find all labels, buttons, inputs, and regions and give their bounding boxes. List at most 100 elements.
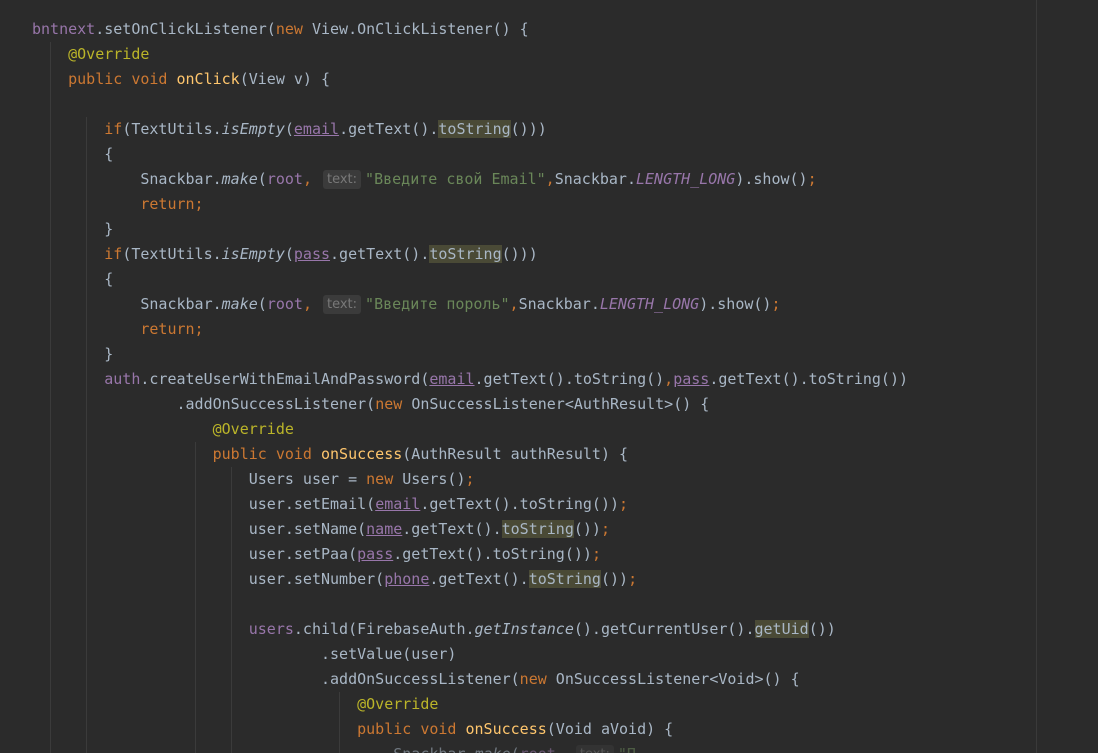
code-token: ).show() <box>735 170 808 188</box>
code-token: bntnext <box>32 20 96 38</box>
code-token: ; <box>465 470 475 488</box>
parameter-hint: text: <box>323 170 362 189</box>
code-line[interactable]: user.setEmail(email.getText().toString()… <box>32 492 908 517</box>
code-token: root <box>266 295 303 313</box>
code-token: ( <box>511 745 520 753</box>
code-token: , <box>556 745 574 753</box>
code-editor[interactable]: bntnext.setOnClickListener(new View.OnCl… <box>0 0 1098 753</box>
code-token: Users user = <box>248 470 367 488</box>
code-token: ).show() <box>699 295 772 313</box>
code-token: make <box>221 295 258 313</box>
code-token: , <box>545 170 555 188</box>
code-line[interactable]: @Override <box>32 417 908 442</box>
code-token: { <box>104 145 114 163</box>
code-line[interactable]: Snackbar.make(root, text: "Введите пороль… <box>32 292 908 317</box>
code-token: ; <box>771 295 781 313</box>
code-line[interactable]: if(TextUtils.isEmpty(pass.getText().toSt… <box>32 242 908 267</box>
code-line[interactable]: if(TextUtils.isEmpty(email.getText().toS… <box>32 117 908 142</box>
code-token: ; <box>591 545 601 563</box>
code-token: ; <box>600 520 610 538</box>
code-token: ().getCurrentUser(). <box>573 620 755 638</box>
parameter-hint: text: <box>575 745 614 753</box>
code-token: .addOnSuccessListener( <box>320 670 520 688</box>
code-token: email <box>429 370 475 388</box>
code-token: .getText(). <box>339 120 439 138</box>
code-token: Snackbar. <box>393 745 474 753</box>
code-line[interactable]: .addOnSuccessListener(new OnSuccessListe… <box>32 667 908 692</box>
code-line[interactable]: Users user = new Users(); <box>32 467 908 492</box>
code-line[interactable]: .addOnSuccessListener(new OnSuccessListe… <box>32 392 908 417</box>
code-token: , <box>509 295 519 313</box>
code-token: user.setPaa( <box>248 545 358 563</box>
code-token: new <box>519 670 556 688</box>
code-token: . <box>95 20 105 38</box>
code-token: toString <box>528 570 601 588</box>
code-token: ())) <box>510 120 547 138</box>
code-line[interactable]: return; <box>32 317 908 342</box>
code-token: OnSuccessListener<Void>() { <box>555 670 800 688</box>
code-token: new <box>375 395 412 413</box>
code-line[interactable]: Snackbar.make(root, text: "Введите свой E… <box>32 167 908 192</box>
code-token: { <box>104 270 114 288</box>
code-token: user.setNumber( <box>248 570 385 588</box>
code-line[interactable]: Snackbar.make(root, text: "П <box>32 742 908 753</box>
code-line[interactable]: users.child(FirebaseAuth.getInstance().g… <box>32 617 908 642</box>
code-token: .getText().toString() <box>474 370 665 388</box>
code-token: toString <box>501 520 574 538</box>
code-line[interactable]: public void onClick(View v) { <box>32 67 908 92</box>
code-token: ()) <box>600 570 629 588</box>
code-token: isEmpty <box>221 120 285 138</box>
code-token: Snackbar. <box>140 295 222 313</box>
code-token: @Override <box>212 420 294 438</box>
code-token: toString <box>438 120 511 138</box>
code-line[interactable]: @Override <box>32 692 908 717</box>
code-line[interactable]: } <box>32 342 908 367</box>
code-token: (Void aVoid) { <box>546 720 674 738</box>
code-token: } <box>104 345 114 363</box>
code-token: return; <box>140 195 204 213</box>
code-token: auth <box>104 370 141 388</box>
code-line[interactable]: { <box>32 142 908 167</box>
code-token: isEmpty <box>221 245 285 263</box>
code-token: .createUserWithEmailAndPassword( <box>140 370 430 388</box>
code-token: pass <box>673 370 710 388</box>
code-token: @Override <box>68 45 150 63</box>
code-token: .getText().toString()) <box>393 545 592 563</box>
code-token: ()) <box>808 620 836 638</box>
code-line[interactable]: @Override <box>32 42 908 67</box>
code-token: "Введите пороль" <box>365 295 510 313</box>
code-line[interactable]: auth.createUserWithEmailAndPassword(emai… <box>32 367 908 392</box>
code-line[interactable]: bntnext.setOnClickListener(new View.OnCl… <box>32 17 908 42</box>
code-line[interactable]: user.setName(name.getText().toString()); <box>32 517 908 542</box>
code-line[interactable]: } <box>32 217 908 242</box>
code-token: LENGTH_LONG <box>599 295 700 313</box>
code-token: .getText(). <box>402 520 502 538</box>
code-token: pass <box>357 545 394 563</box>
code-token: ()) <box>573 520 601 538</box>
code-line[interactable]: return; <box>32 192 908 217</box>
code-token: (TextUtils. <box>122 120 222 138</box>
code-line[interactable]: public void onSuccess(Void aVoid) { <box>32 717 908 742</box>
code-token: ( <box>284 120 294 138</box>
code-line[interactable]: user.setNumber(phone.getText().toString(… <box>32 567 908 592</box>
code-line[interactable]: user.setPaa(pass.getText().toString()); <box>32 542 908 567</box>
code-token: onClick <box>176 70 240 88</box>
code-line[interactable]: .setValue(user) <box>32 642 908 667</box>
code-token: (TextUtils. <box>122 245 222 263</box>
code-line[interactable] <box>32 592 908 617</box>
code-token: LENGTH_LONG <box>635 170 736 188</box>
code-token: .getText(). <box>429 570 529 588</box>
code-line[interactable]: public void onSuccess(AuthResult authRes… <box>32 442 908 467</box>
code-token: ( <box>284 245 294 263</box>
code-token: ; <box>807 170 817 188</box>
code-lines[interactable]: bntnext.setOnClickListener(new View.OnCl… <box>32 17 908 753</box>
code-line[interactable]: { <box>32 267 908 292</box>
code-token: public void <box>68 70 177 88</box>
code-token: , <box>664 370 674 388</box>
code-token: new <box>275 20 312 38</box>
code-token: getUid <box>754 620 809 638</box>
code-token: ( <box>257 170 267 188</box>
code-token: View.OnClickListener() { <box>311 20 529 38</box>
code-line[interactable] <box>32 92 908 117</box>
code-token: .setValue(user) <box>320 645 457 663</box>
